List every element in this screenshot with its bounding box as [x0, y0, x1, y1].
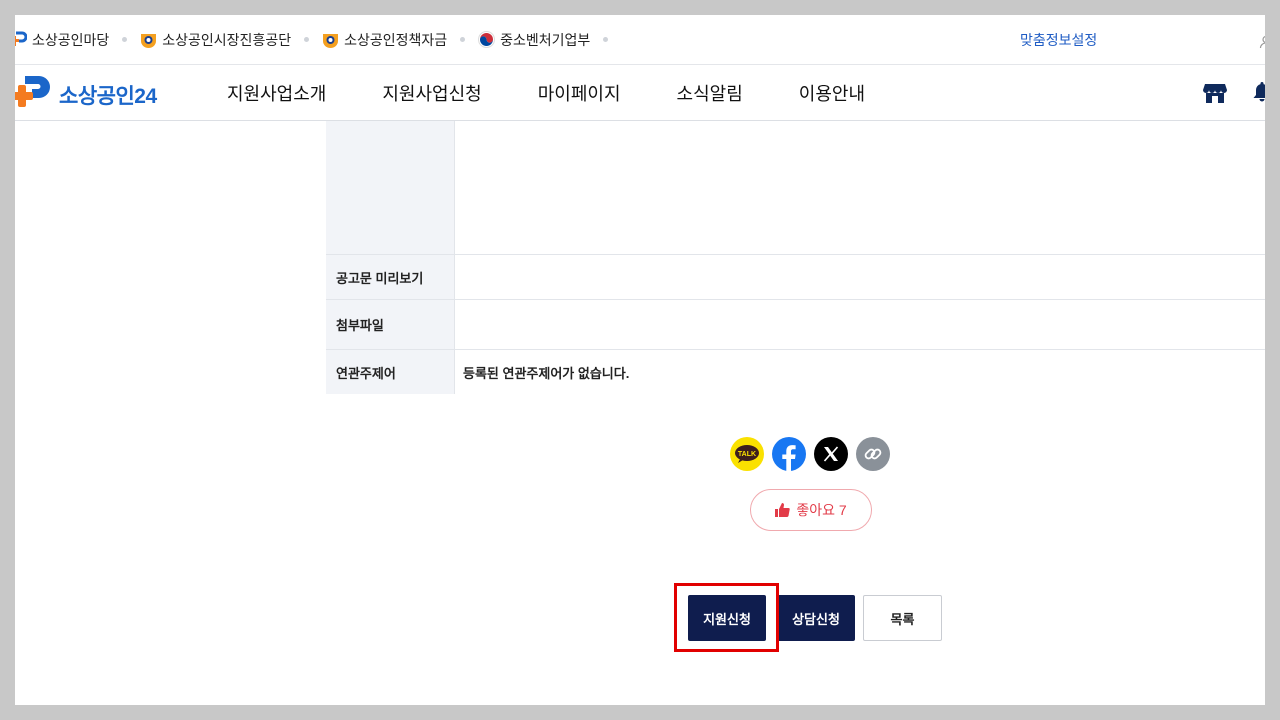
table-row: 연관주제어 등록된 연관주제어가 없습니다.	[326, 350, 1265, 394]
nav-item-guide[interactable]: 이용안내	[799, 80, 865, 106]
like-button[interactable]: 좋아요 7	[750, 489, 872, 531]
nav-item-news[interactable]: 소식알림	[677, 80, 743, 106]
share-buttons: TALK	[730, 437, 898, 471]
list-button[interactable]: 목록	[863, 595, 942, 641]
row-value	[455, 121, 1265, 254]
semas-icon	[140, 31, 157, 48]
x-icon[interactable]	[814, 437, 848, 471]
table-row: 공고문 미리보기	[326, 255, 1265, 300]
logo-text: 소상공인24	[59, 84, 157, 108]
table-row: 첨부파일	[326, 300, 1265, 350]
info-table: 공고문 미리보기 첨부파일 연관주제어 등록된 연관주제어가 없습니다.	[326, 121, 1265, 394]
site-logo[interactable]: 소상공인24	[15, 72, 157, 117]
separator-dot	[603, 37, 609, 42]
row-header-attachments: 첨부파일	[326, 300, 455, 349]
nav-item-mypage[interactable]: 마이페이지	[538, 80, 621, 106]
separator-dot	[460, 37, 466, 42]
util-link-label: 소상공인정책자금	[344, 31, 448, 48]
bell-icon[interactable]	[1252, 81, 1265, 108]
logo-mark-icon	[15, 72, 55, 117]
utility-bar: 소상공인마당 소상공인시장진흥공단 소상공인정책자금 중소벤처기업부 맞춤정보설…	[15, 15, 1265, 65]
util-link-label: 소상공인마당	[32, 31, 110, 48]
row-header	[326, 121, 455, 254]
row-header-notice-preview: 공고문 미리보기	[326, 255, 455, 299]
link-icon[interactable]	[856, 437, 890, 471]
nav-item-support-apply[interactable]: 지원사업신청	[382, 80, 481, 106]
util-link-mss[interactable]: 중소벤처기업부	[478, 15, 590, 65]
consult-button[interactable]: 상담신청	[777, 595, 855, 641]
row-header-keywords: 연관주제어	[326, 350, 455, 394]
util-link-label: 소상공인시장진흥공단	[162, 31, 292, 48]
policy-fund-icon	[322, 31, 339, 48]
main-header: 소상공인24 지원사업소개 지원사업신청 마이페이지 소식알림 이용안내	[15, 65, 1265, 121]
like-label: 좋아요	[796, 502, 835, 518]
row-value	[455, 300, 1265, 349]
sosang-madang-icon	[15, 31, 28, 48]
row-value-keywords: 등록된 연관주제어가 없습니다.	[463, 365, 630, 381]
util-link-sosang-madang[interactable]: 소상공인마당	[15, 15, 109, 65]
user-icon[interactable]	[1259, 35, 1265, 49]
global-nav: 지원사업소개 지원사업신청 마이페이지 소식알림 이용안내	[227, 65, 921, 121]
kakaotalk-icon[interactable]: TALK	[730, 437, 764, 471]
mss-taeguk-icon	[478, 31, 496, 48]
util-link-policy-fund[interactable]: 소상공인정책자금	[322, 15, 447, 65]
facebook-icon[interactable]	[772, 437, 806, 471]
like-count: 7	[838, 502, 847, 518]
thumbs-up-icon	[775, 503, 791, 517]
table-row	[326, 121, 1265, 255]
separator-dot	[122, 37, 128, 42]
row-value	[455, 255, 1265, 299]
util-link-semas[interactable]: 소상공인시장진흥공단	[140, 15, 291, 65]
separator-dot	[304, 37, 310, 42]
nav-item-support-intro[interactable]: 지원사업소개	[227, 80, 326, 106]
browser-viewport: 소상공인마당 소상공인시장진흥공단 소상공인정책자금 중소벤처기업부 맞춤정보설…	[15, 15, 1265, 705]
kakao-label: TALK	[738, 451, 756, 458]
highlight-box	[674, 583, 779, 652]
store-icon[interactable]	[1203, 82, 1227, 109]
util-link-label: 중소벤처기업부	[500, 31, 591, 48]
custom-info-setting-link[interactable]: 맞춤정보설정	[1020, 15, 1097, 65]
